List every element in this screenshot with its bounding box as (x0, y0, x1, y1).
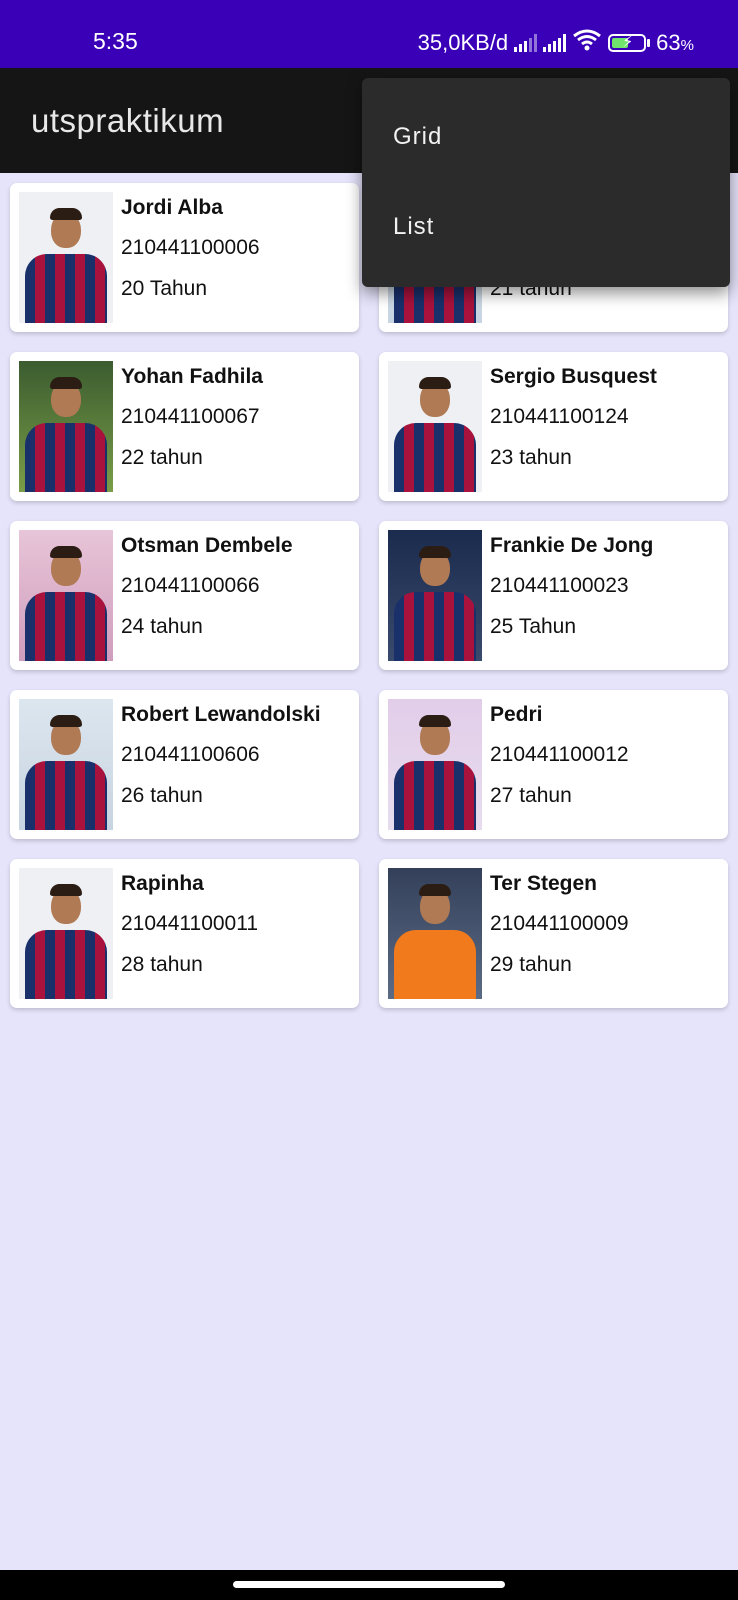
home-indicator[interactable] (233, 1581, 505, 1588)
player-age: 26 tahun (121, 784, 203, 807)
player-name: Sergio Busquest (490, 365, 657, 388)
player-card[interactable]: Ter Stegen 210441100009 29 tahun (379, 859, 728, 1008)
overflow-menu: Grid List (362, 78, 730, 287)
player-age: 24 tahun (121, 615, 203, 638)
player-grid: Jordi Alba 210441100006 20 Tahun 21 tahu… (10, 183, 728, 1008)
signal-icon (543, 34, 567, 52)
player-photo (388, 868, 482, 999)
menu-item-grid[interactable]: Grid (393, 123, 442, 151)
player-photo (19, 530, 113, 661)
wifi-icon (572, 29, 602, 57)
signal-icon (514, 34, 538, 52)
player-photo (388, 530, 482, 661)
player-nim: 210441100009 (490, 912, 629, 935)
player-card[interactable]: Robert Lewandolski 210441100606 26 tahun (10, 690, 359, 839)
player-photo (388, 361, 482, 492)
player-nim: 210441100023 (490, 574, 629, 597)
player-name: Yohan Fadhila (121, 365, 263, 388)
player-card[interactable]: Otsman Dembele 210441100066 24 tahun (10, 521, 359, 670)
status-icons: 35,0KB/d ⚡ 63% (418, 28, 694, 58)
player-age: 27 tahun (490, 784, 572, 807)
player-age: 23 tahun (490, 446, 572, 469)
player-nim: 210441100006 (121, 236, 260, 259)
player-nim: 210441100012 (490, 743, 629, 766)
player-name: Jordi Alba (121, 196, 223, 219)
menu-item-list[interactable]: List (393, 213, 434, 241)
player-card[interactable]: Rapinha 210441100011 28 tahun (10, 859, 359, 1008)
navigation-bar (0, 1570, 738, 1600)
battery-percent: 63% (656, 30, 694, 55)
battery-charging-icon: ⚡ (608, 34, 651, 52)
player-name: Otsman Dembele (121, 534, 293, 557)
player-nim: 210441100124 (490, 405, 629, 428)
player-name: Frankie De Jong (490, 534, 654, 557)
player-photo (19, 361, 113, 492)
player-nim: 210441100067 (121, 405, 260, 428)
player-card[interactable]: Sergio Busquest 210441100124 23 tahun (379, 352, 728, 501)
player-age: 22 tahun (121, 446, 203, 469)
player-age: 28 tahun (121, 953, 203, 976)
player-name: Ter Stegen (490, 872, 597, 895)
player-nim: 210441100606 (121, 743, 260, 766)
player-name: Rapinha (121, 872, 204, 895)
status-bar: 5:35 35,0KB/d ⚡ 63% (0, 0, 738, 68)
player-nim: 210441100066 (121, 574, 260, 597)
player-age: 25 Tahun (490, 615, 577, 638)
player-name: Robert Lewandolski (121, 703, 321, 726)
player-age: 29 tahun (490, 953, 572, 976)
player-nim: 210441100011 (121, 912, 259, 935)
player-card[interactable]: Jordi Alba 210441100006 20 Tahun (10, 183, 359, 332)
player-photo (19, 699, 113, 830)
player-photo (388, 699, 482, 830)
status-time: 5:35 (93, 28, 138, 54)
player-card[interactable]: Yohan Fadhila 210441100067 22 tahun (10, 352, 359, 501)
player-card[interactable]: Frankie De Jong 210441100023 25 Tahun (379, 521, 728, 670)
player-age: 20 Tahun (121, 277, 208, 300)
player-photo (19, 868, 113, 999)
player-card[interactable]: Pedri 210441100012 27 tahun (379, 690, 728, 839)
app-title: utspraktikum (31, 102, 225, 139)
player-name: Pedri (490, 703, 543, 726)
player-photo (19, 192, 113, 323)
net-speed: 35,0KB/d (417, 30, 509, 55)
